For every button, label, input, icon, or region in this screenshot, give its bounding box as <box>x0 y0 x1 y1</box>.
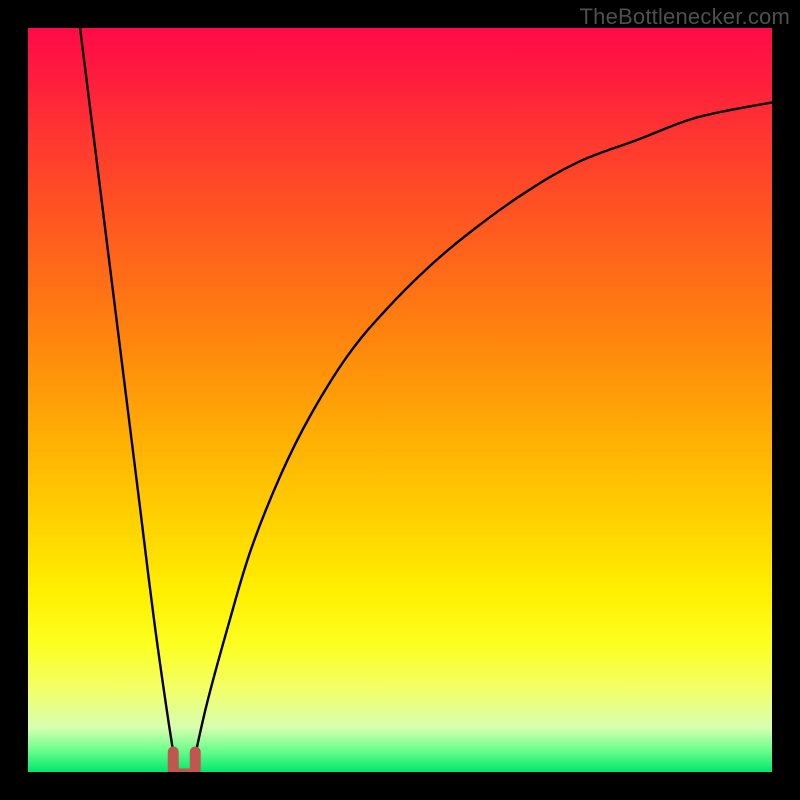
plot-area <box>28 28 772 772</box>
minimum-marker <box>173 752 195 772</box>
chart-frame: TheBottlenecker.com <box>0 0 800 800</box>
curve-layer <box>28 28 772 772</box>
curve-left-branch <box>80 28 177 772</box>
watermark-text: TheBottlenecker.com <box>580 4 790 30</box>
curve-right-branch <box>192 102 772 772</box>
bottleneck-curve <box>80 28 772 772</box>
